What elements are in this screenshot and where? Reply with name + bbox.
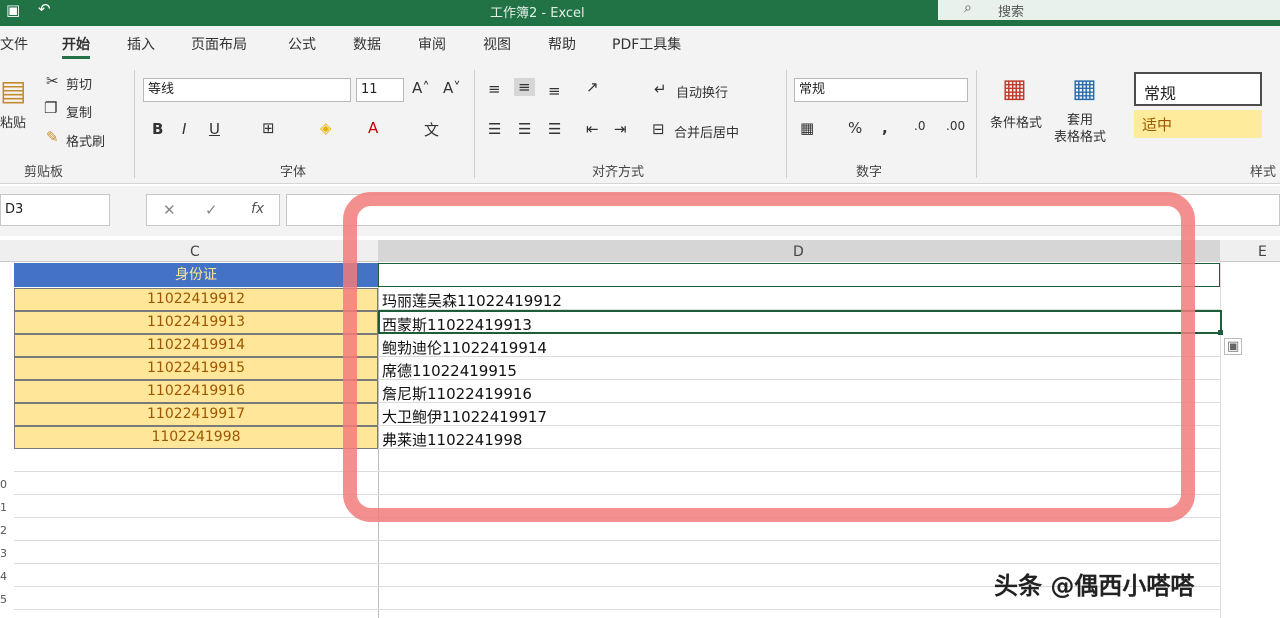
cell-c[interactable]: 11022419916 [14, 380, 378, 403]
divider [786, 70, 787, 178]
font-size-select[interactable]: 11 [356, 78, 404, 102]
tab-home[interactable]: 开始 [62, 34, 90, 59]
row-number[interactable]: 5 [0, 593, 12, 606]
wrap-text-button[interactable]: 自动换行 [676, 82, 728, 101]
align-right-icon[interactable]: ☰ [548, 120, 561, 138]
tab-review[interactable]: 审阅 [418, 34, 446, 54]
cancel-icon[interactable]: ✕ [163, 201, 176, 219]
style-normal[interactable]: 常规 [1134, 72, 1262, 106]
row-number[interactable]: 1 [0, 501, 12, 514]
decrease-indent-icon[interactable]: ⇤ [586, 120, 599, 138]
search-placeholder: 搜索 [998, 5, 1025, 20]
font-name-select[interactable]: 等线 [143, 78, 351, 102]
orientation-icon[interactable]: ↗ [586, 78, 599, 96]
styles-group-label: 样式 [1250, 165, 1277, 180]
tab-help[interactable]: 帮助 [548, 34, 576, 54]
cell-c[interactable]: 11022419917 [14, 403, 378, 426]
save-icon[interactable]: ▣ [6, 1, 20, 19]
number-group-label: 数字 [856, 165, 883, 180]
cut-button[interactable]: 剪切 [66, 74, 92, 93]
table-format-button[interactable]: 套用 表格格式 [1054, 112, 1106, 146]
copy-button[interactable]: 复制 [66, 102, 92, 121]
align-center-icon[interactable]: ☰ [518, 120, 531, 138]
tab-data[interactable]: 数据 [353, 34, 381, 54]
wrap-text-icon[interactable]: ↵ [654, 80, 667, 98]
comma-style-icon[interactable]: , [882, 119, 888, 137]
clipboard-group-label: 剪贴板 [24, 165, 64, 180]
decrease-decimal-icon[interactable]: .00 [946, 119, 965, 133]
fill-color-icon[interactable]: ◈ [320, 119, 332, 137]
tab-view[interactable]: 视图 [483, 34, 511, 54]
merge-center-button[interactable]: 合并后居中 [674, 122, 739, 141]
accounting-format-icon[interactable]: ▦ [800, 119, 814, 137]
row-number[interactable]: 4 [0, 570, 12, 583]
border-icon[interactable]: ⊞ [262, 119, 275, 137]
formula-buttons: ✕ ✓ fx [146, 194, 280, 226]
align-left-icon[interactable]: ☰ [488, 120, 501, 138]
percent-icon[interactable]: % [848, 119, 862, 137]
confirm-icon[interactable]: ✓ [205, 201, 218, 219]
paste-icon[interactable]: ▤ [0, 74, 26, 107]
search-box[interactable]: ⌕ 搜索 [938, 0, 1280, 20]
font-color-icon[interactable]: A [368, 119, 378, 137]
bold-icon[interactable]: B [152, 120, 163, 138]
search-icon: ⌕ [964, 0, 972, 16]
divider [474, 70, 475, 178]
insert-function-icon[interactable]: fx [251, 201, 264, 217]
copy-icon[interactable]: ❐ [44, 99, 57, 117]
alignment-group-label: 对齐方式 [592, 165, 645, 180]
conditional-format-icon[interactable]: ▦ [1002, 74, 1027, 104]
conditional-format-button[interactable]: 条件格式 [990, 112, 1042, 131]
watermark: 头条 @偶西小嗒嗒 [994, 572, 1195, 600]
font-grow-icon[interactable]: A˄ [412, 79, 430, 97]
tab-file[interactable]: 文件 [0, 34, 28, 54]
fill-handle[interactable] [1218, 330, 1223, 335]
phonetic-icon[interactable]: 文 [424, 119, 439, 140]
format-painter-button[interactable]: 格式刷 [66, 131, 105, 150]
increase-indent-icon[interactable]: ⇥ [614, 120, 627, 138]
row-number[interactable]: 3 [0, 547, 12, 560]
column-header-c[interactable]: C [190, 244, 200, 260]
align-middle-icon[interactable]: ≡ [514, 78, 535, 96]
merge-icon[interactable]: ⊟ [652, 120, 665, 138]
font-group-label: 字体 [280, 165, 307, 180]
number-format-select[interactable]: 常规 [794, 78, 968, 102]
header-cell-id[interactable]: 身份证 [14, 263, 378, 287]
table-format-icon[interactable]: ▦ [1072, 74, 1097, 104]
row-number[interactable]: 2 [0, 524, 12, 537]
grid-line [14, 609, 1220, 610]
align-bottom-icon[interactable]: ≡ [548, 82, 561, 100]
tab-pdf-tools[interactable]: PDF工具集 [612, 34, 681, 54]
name-box[interactable]: D3 [0, 194, 110, 226]
row-number[interactable]: 0 [0, 478, 12, 491]
tab-formulas[interactable]: 公式 [288, 34, 316, 54]
paste-label[interactable]: 粘贴 [0, 112, 26, 131]
divider [976, 70, 977, 178]
highlight-annotation [343, 192, 1195, 522]
cell-c[interactable]: 11022419915 [14, 357, 378, 380]
window-title: 工作簿2 - Excel [490, 6, 585, 21]
grid-line [14, 563, 1220, 564]
column-header-e[interactable]: E [1258, 244, 1267, 260]
undo-icon[interactable]: ↶ [38, 0, 51, 18]
divider [134, 70, 135, 178]
font-shrink-icon[interactable]: A˅ [443, 79, 461, 97]
cut-icon[interactable]: ✂ [46, 72, 59, 90]
cell-c[interactable]: 11022419914 [14, 334, 378, 357]
cell-c[interactable]: 11022419912 [14, 288, 378, 311]
cell-c[interactable]: 1102241998 [14, 426, 378, 449]
underline-icon[interactable]: U [209, 120, 220, 138]
tab-page-layout[interactable]: 页面布局 [191, 34, 247, 54]
increase-decimal-icon[interactable]: .0 [914, 119, 925, 133]
flash-fill-options-icon[interactable]: ▣ [1224, 338, 1243, 355]
style-neutral[interactable]: 适中 [1134, 110, 1262, 138]
format-painter-icon[interactable]: ✎ [46, 128, 59, 146]
cell-c[interactable]: 11022419913 [14, 311, 378, 334]
tab-insert[interactable]: 插入 [127, 34, 155, 54]
italic-icon[interactable]: I [182, 120, 186, 138]
grid-line [14, 540, 1220, 541]
align-top-icon[interactable]: ≡ [488, 80, 501, 98]
